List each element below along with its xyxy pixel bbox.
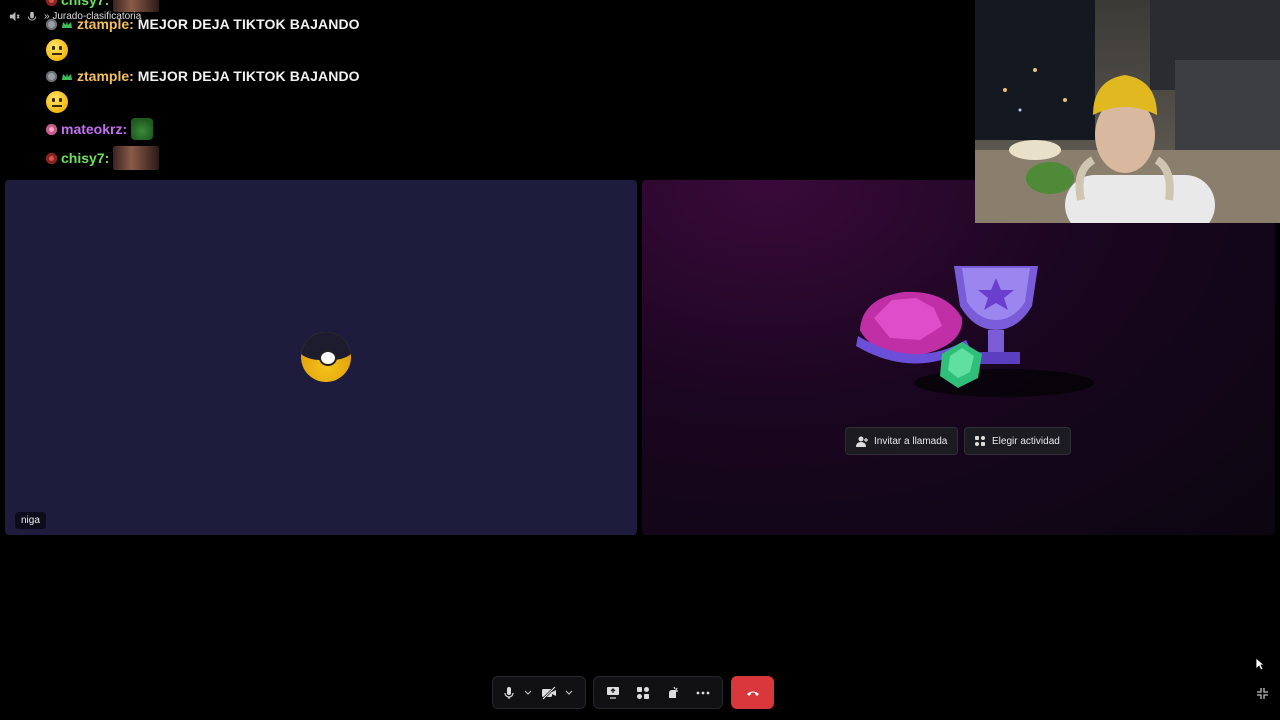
choose-activity-button[interactable]: Elegir actividad — [964, 427, 1071, 455]
chat-username: ztample: — [77, 68, 134, 84]
invite-to-call-button[interactable]: Invitar a llamada — [845, 427, 959, 455]
webcam-image — [975, 0, 1280, 223]
user-badge-icon — [46, 152, 57, 164]
activity-illustration — [856, 266, 1094, 397]
add-user-icon — [856, 436, 868, 447]
participant-name: niga — [15, 512, 46, 529]
speaker-muted-icon[interactable] — [8, 10, 20, 22]
activity-controls — [593, 676, 723, 709]
screen-share-icon[interactable] — [603, 683, 623, 703]
chat-emote-line — [46, 39, 68, 61]
activity-label: Elegir actividad — [992, 435, 1060, 447]
crown-badge-icon — [62, 72, 72, 80]
channel-name[interactable]: » Jurado-clasificatoria — [44, 11, 141, 22]
chat-message: chisy7: — [46, 146, 160, 170]
microphone-icon[interactable] — [502, 683, 515, 703]
hang-up-icon — [746, 691, 759, 696]
avatar[interactable] — [301, 332, 351, 382]
chat-username: chisy7: — [61, 150, 110, 166]
user-badge-icon — [46, 0, 57, 6]
chat-username: chisy7: — [61, 0, 110, 8]
image-emote — [113, 146, 160, 170]
chat-text: MEJOR DEJA TIKTOK BAJANDO — [137, 68, 360, 84]
chat-message: ztample: MEJOR DEJA TIKTOK BAJANDO — [46, 68, 360, 84]
frog-emote — [131, 118, 154, 140]
audio-video-controls — [492, 676, 586, 709]
exit-fullscreen-icon[interactable] — [1254, 685, 1270, 701]
camera-off-icon[interactable] — [541, 683, 557, 703]
user-badge-icon — [46, 70, 57, 82]
chat-text: MEJOR DEJA TIKTOK BAJANDO — [137, 16, 360, 32]
chat-emote-line — [46, 91, 68, 113]
mouse-cursor-icon — [1252, 656, 1268, 672]
chevron-down-icon[interactable] — [563, 683, 576, 703]
soundboard-icon[interactable] — [663, 683, 683, 703]
invite-label: Invitar a llamada — [874, 435, 948, 447]
microphone-muted-icon[interactable] — [26, 10, 38, 22]
chat-username: mateokrz: — [61, 121, 128, 137]
neutral-face-emote — [46, 91, 68, 113]
chat-message: mateokrz: — [46, 118, 154, 140]
activities-grid-icon — [975, 435, 985, 446]
voice-channel-indicator: » Jurado-clasificatoria — [8, 8, 141, 24]
participant-tile[interactable]: niga — [5, 180, 637, 535]
activities-icon[interactable] — [633, 683, 653, 703]
webcam-feed — [975, 0, 1280, 223]
user-badge-icon — [46, 123, 57, 135]
chevron-down-icon[interactable] — [521, 683, 534, 703]
empty-call-tile: Invitar a llamada Elegir actividad — [642, 180, 1275, 535]
more-icon[interactable] — [693, 683, 713, 703]
hang-up-button[interactable] — [731, 676, 774, 709]
neutral-face-emote — [46, 39, 68, 61]
